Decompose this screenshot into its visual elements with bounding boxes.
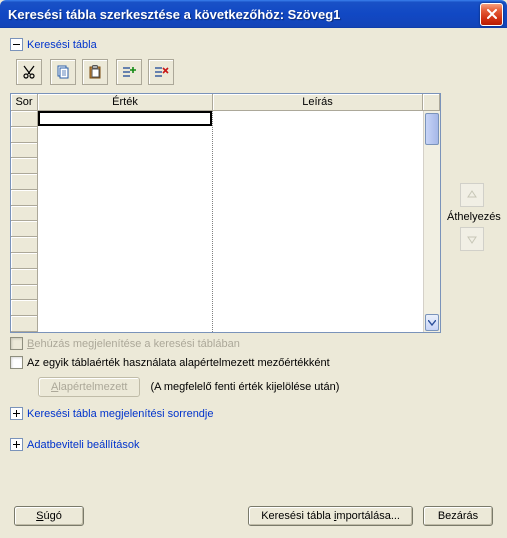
vertical-scrollbar[interactable] xyxy=(423,111,440,332)
expand-display-order-button[interactable] xyxy=(10,407,23,420)
insert-row-button[interactable] xyxy=(116,59,142,85)
row-head[interactable] xyxy=(11,300,38,316)
checkbox-indent-row: Behúzás megjelenítése a keresési táblába… xyxy=(10,337,497,350)
scroll-down-button[interactable] xyxy=(425,314,439,331)
default-button-row: Alapértelmezett (A megfelelő fenti érték… xyxy=(38,377,497,397)
import-button[interactable]: Keresési tábla importálása... xyxy=(248,506,413,526)
close-button[interactable]: Bezárás xyxy=(423,506,493,526)
chevron-down-icon xyxy=(428,320,436,326)
move-label: Áthelyezés xyxy=(447,211,497,223)
section-display-order: Keresési tábla megjelenítési sorrendje xyxy=(10,407,497,420)
move-panel: Áthelyezés xyxy=(447,183,497,251)
section-input-settings: Adatbeviteli beállítások xyxy=(10,438,497,451)
col-header-desc[interactable]: Leírás xyxy=(213,94,423,111)
grid-cells[interactable] xyxy=(38,111,423,332)
row-head[interactable] xyxy=(11,269,38,285)
default-note: (A megfelelő fenti érték kijelölése után… xyxy=(150,381,339,393)
row-head[interactable] xyxy=(11,221,38,237)
section-search-table: Keresési tábla xyxy=(10,38,497,51)
row-head[interactable] xyxy=(11,237,38,253)
expand-input-settings-button[interactable] xyxy=(10,438,23,451)
checkbox-default-row: Az egyik táblaérték használata alapértel… xyxy=(10,356,497,369)
row-head[interactable] xyxy=(11,190,38,206)
row-head[interactable] xyxy=(11,206,38,222)
col-header-row[interactable]: Sor xyxy=(11,94,38,111)
grid-header-row: Sor Érték Leírás xyxy=(11,94,440,111)
section-input-settings-label[interactable]: Adatbeviteli beállítások xyxy=(27,439,140,451)
paste-button[interactable] xyxy=(82,59,108,85)
arrow-down-icon xyxy=(466,233,478,245)
footer-right: Keresési tábla importálása... Bezárás xyxy=(248,506,493,526)
row-head[interactable] xyxy=(11,285,38,301)
close-icon xyxy=(487,9,497,19)
move-down-button[interactable] xyxy=(460,227,484,251)
grid-area: Sor Érték Leírás xyxy=(10,93,497,333)
window-title: Keresési tábla szerkesztése a következőh… xyxy=(8,7,480,22)
section-search-table-label[interactable]: Keresési tábla xyxy=(27,39,97,51)
column-divider xyxy=(212,111,213,332)
copy-icon xyxy=(55,64,71,80)
toolbar xyxy=(16,59,497,85)
row-head[interactable] xyxy=(11,143,38,159)
row-head[interactable] xyxy=(11,158,38,174)
selected-cell[interactable] xyxy=(38,111,212,126)
cut-button[interactable] xyxy=(16,59,42,85)
arrow-up-icon xyxy=(466,189,478,201)
close-window-button[interactable] xyxy=(480,3,503,26)
dialog-body: Keresési tábla xyxy=(0,28,507,538)
col-header-value[interactable]: Érték xyxy=(38,94,213,111)
delete-row-button[interactable] xyxy=(148,59,174,85)
delete-row-icon xyxy=(153,64,169,80)
titlebar: Keresési tábla szerkesztése a következőh… xyxy=(0,0,507,28)
grid-body xyxy=(11,111,440,332)
move-up-button[interactable] xyxy=(460,183,484,207)
dialog-window: Keresési tábla szerkesztése a következőh… xyxy=(0,0,507,538)
lookup-table-grid[interactable]: Sor Érték Leírás xyxy=(10,93,441,333)
row-gutter xyxy=(11,111,38,332)
section-display-order-label[interactable]: Keresési tábla megjelenítési sorrendje xyxy=(27,408,214,420)
help-button[interactable]: Súgó xyxy=(14,506,84,526)
row-head[interactable] xyxy=(11,253,38,269)
scissors-icon xyxy=(21,64,37,80)
clipboard-icon xyxy=(87,64,103,80)
set-default-button: Alapértelmezett xyxy=(38,377,140,397)
dialog-footer: Súgó Keresési tábla importálása... Bezár… xyxy=(14,506,493,526)
scrollbar-thumb[interactable] xyxy=(425,113,439,145)
row-head[interactable] xyxy=(11,111,38,127)
checkbox-default[interactable] xyxy=(10,356,23,369)
copy-button[interactable] xyxy=(50,59,76,85)
row-head[interactable] xyxy=(11,127,38,143)
row-head[interactable] xyxy=(11,174,38,190)
checkbox-indent-label: Behúzás megjelenítése a keresési táblába… xyxy=(27,338,240,350)
toolbar-row-group xyxy=(116,59,174,85)
checkbox-indent xyxy=(10,337,23,350)
col-header-scroll-spacer xyxy=(423,94,440,111)
checkbox-default-label[interactable]: Az egyik táblaérték használata alapértel… xyxy=(27,357,330,369)
toolbar-clipboard-group xyxy=(50,59,108,85)
collapse-search-table-button[interactable] xyxy=(10,38,23,51)
row-head[interactable] xyxy=(11,316,38,332)
insert-row-icon xyxy=(121,64,137,80)
